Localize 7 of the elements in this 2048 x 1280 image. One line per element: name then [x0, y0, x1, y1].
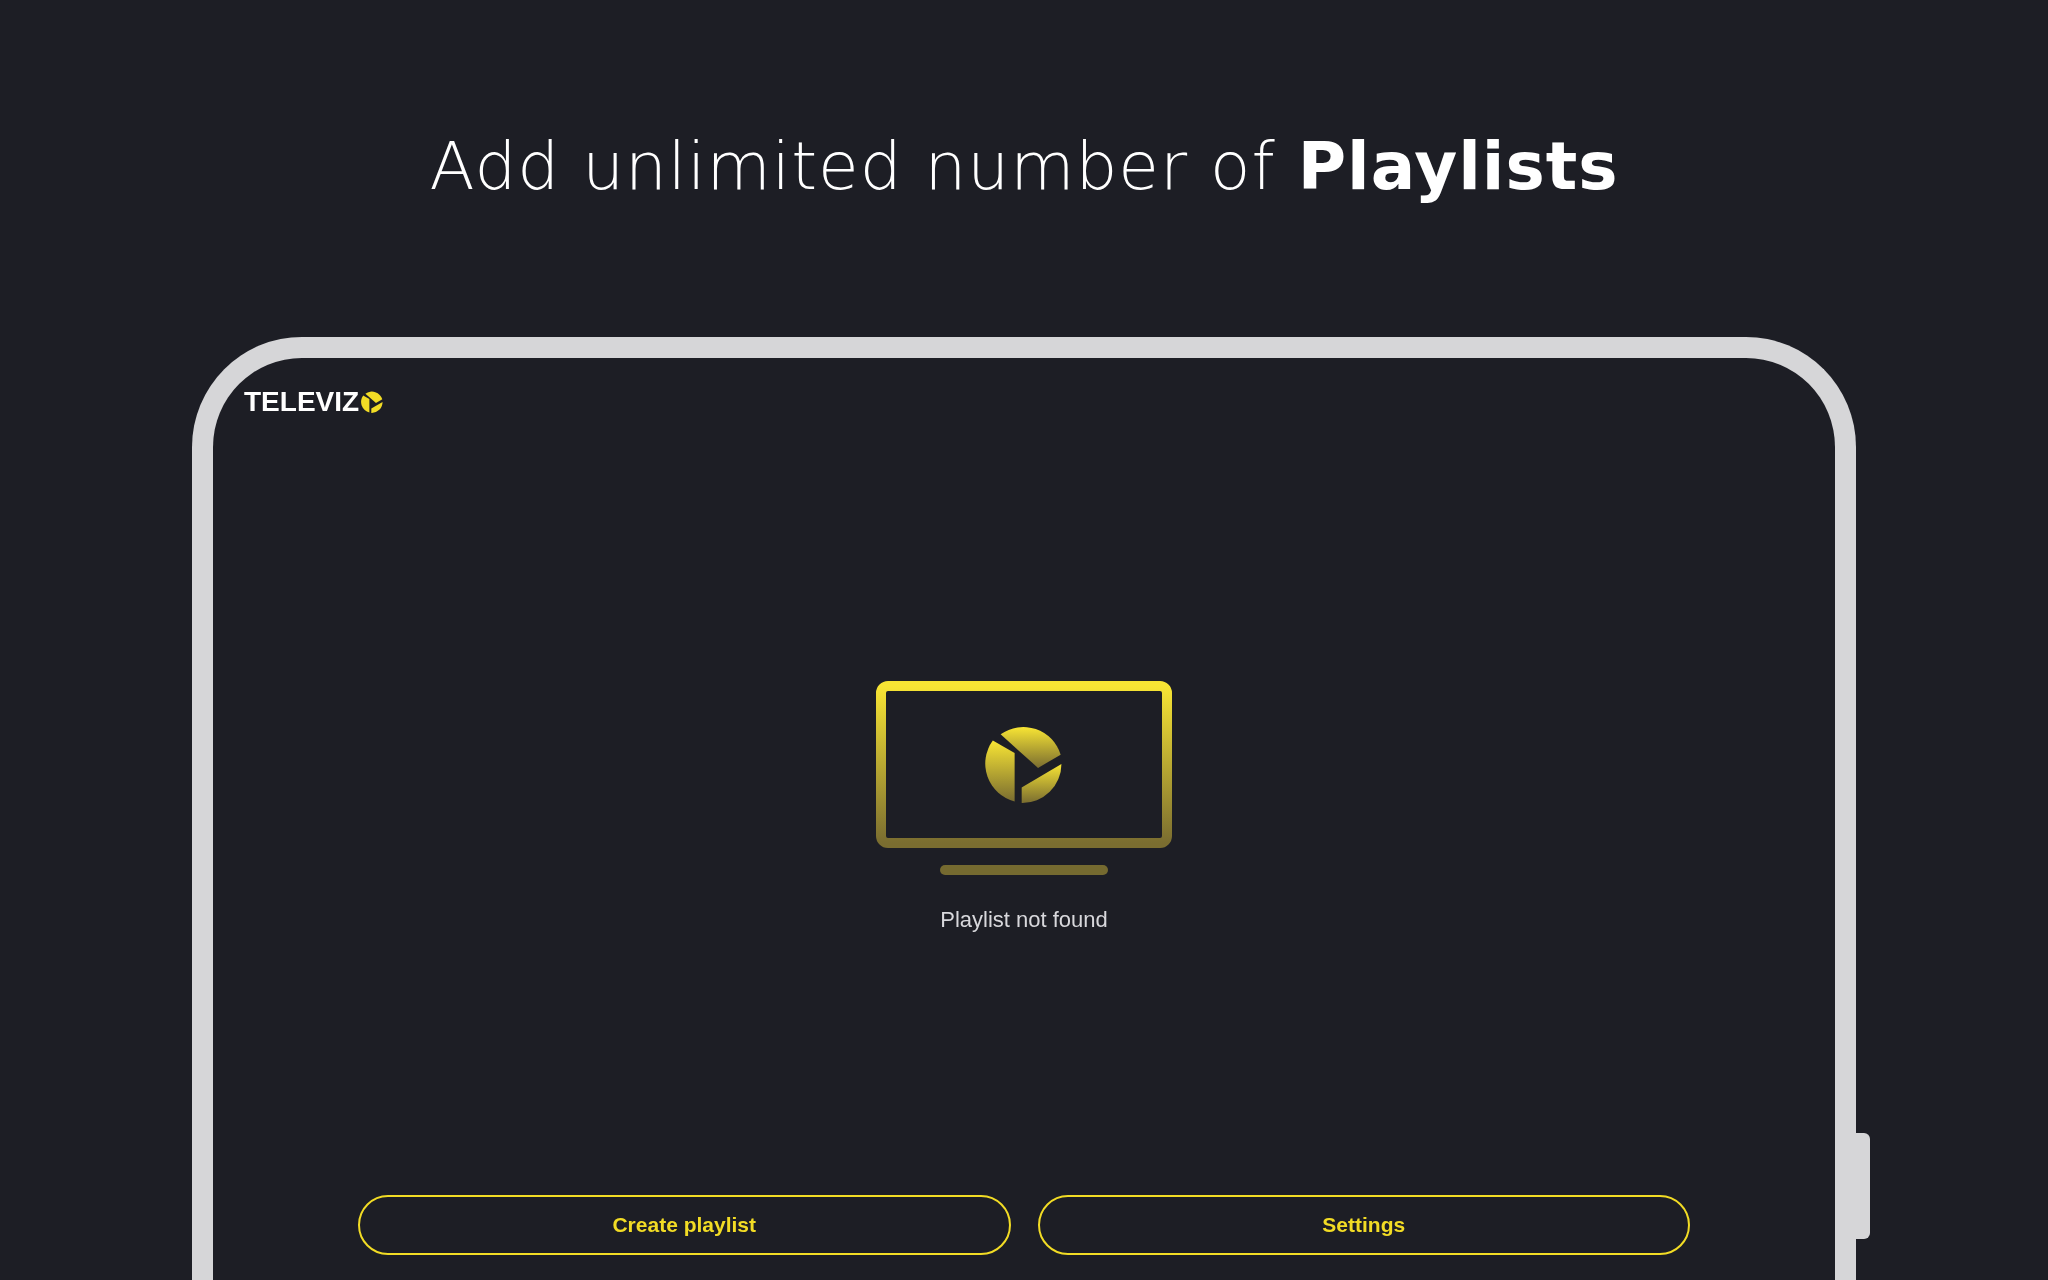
empty-message: Playlist not found	[940, 906, 1108, 933]
tv-play-icon	[876, 680, 1172, 875]
headline: Add unlimited number of Playlists	[429, 128, 1619, 207]
play-logo-icon	[361, 391, 384, 413]
action-button[interactable]: Create playlist	[358, 1195, 1011, 1255]
logo-text: TELEVIZ	[244, 386, 360, 418]
action-button[interactable]: Settings	[1037, 1195, 1690, 1255]
